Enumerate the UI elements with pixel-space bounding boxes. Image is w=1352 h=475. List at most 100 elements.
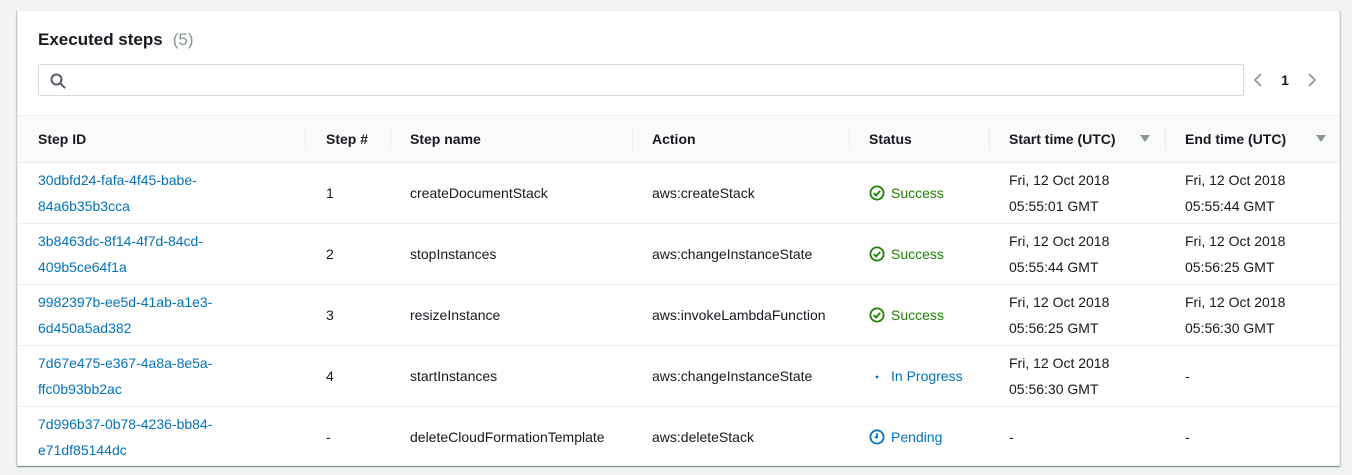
column-header-action[interactable]: Action <box>633 116 850 162</box>
num: 4 <box>326 368 334 384</box>
search-box[interactable] <box>38 64 1244 96</box>
start-line1: Fri, 12 Oct 2018 <box>1009 172 1110 188</box>
sort-caret-icon[interactable] <box>1140 135 1150 142</box>
start-line1: - <box>1009 429 1014 445</box>
status-label: In Progress <box>891 368 963 384</box>
table-row: 9982397b-ee5d-41ab-a1e3- 6d450a5ad382 3 r… <box>18 285 1339 346</box>
id-line2: ffc0b93bb2ac <box>38 381 122 397</box>
clock-icon <box>869 429 885 445</box>
action: aws:changeInstanceState <box>652 368 813 384</box>
column-header-end-time[interactable]: End time (UTC) <box>1166 116 1339 162</box>
start-line1: Fri, 12 Oct 2018 <box>1009 233 1110 249</box>
check-circle-icon <box>869 246 885 262</box>
previous-page-button[interactable] <box>1250 69 1266 91</box>
start-time: Fri, 12 Oct 2018 05:55:01 GMT <box>1009 163 1166 223</box>
name: startInstances <box>410 368 498 384</box>
end-line1: Fri, 12 Oct 2018 <box>1185 294 1286 310</box>
step-id-link[interactable]: 9982397b-ee5d-41ab-a1e3- 6d450a5ad382 <box>38 285 306 345</box>
status-indicator: Success <box>869 285 990 345</box>
table-row: 3b8463dc-8f14-4f7d-84cd- 409b5ce64f1a 2 s… <box>18 224 1339 285</box>
step-action: aws:createStack <box>652 163 850 223</box>
status-indicator: In Progress <box>869 346 990 406</box>
panel-header: Executed steps (5) <box>38 30 194 54</box>
end-line1: - <box>1185 368 1190 384</box>
step-id-link[interactable]: 7d996b37-0b78-4236-bb84- e71df85144dc <box>38 407 306 467</box>
pagination: 1 <box>1250 69 1320 91</box>
executed-steps-panel: Executed steps (5) 1 Step ID Step # Step… <box>17 10 1340 466</box>
step-action: aws:changeInstanceState <box>652 224 850 284</box>
id-line1: 3b8463dc-8f14-4f7d-84cd- <box>38 233 204 249</box>
id-line2: 409b5ce64f1a <box>38 259 127 275</box>
step-id-link[interactable]: 30dbfd24-fafa-4f45-babe- 84a6b35b3cca <box>38 163 306 223</box>
step-name: resizeInstance <box>410 285 633 345</box>
action: aws:invokeLambdaFunction <box>652 307 826 323</box>
panel-title: Executed steps <box>38 30 163 49</box>
column-header-step-name[interactable]: Step name <box>391 116 633 162</box>
num: 2 <box>326 246 334 262</box>
end-line2: 05:56:30 GMT <box>1185 320 1275 336</box>
status-label: Pending <box>891 429 943 445</box>
id-line2: 84a6b35b3cca <box>38 198 130 214</box>
step-name: createDocumentStack <box>410 163 633 223</box>
end-time: Fri, 12 Oct 2018 05:56:25 GMT <box>1185 224 1339 284</box>
steps-table: Step ID Step # Step name Action Status S… <box>18 115 1339 468</box>
step-number: - <box>326 407 391 467</box>
chevron-left-icon <box>1253 73 1262 87</box>
step-number: 1 <box>326 163 391 223</box>
end-line2: 05:56:25 GMT <box>1185 259 1275 275</box>
num: - <box>326 429 331 445</box>
step-action: aws:invokeLambdaFunction <box>652 285 850 345</box>
end-time: - <box>1185 346 1339 406</box>
start-line2: 05:55:01 GMT <box>1009 198 1099 214</box>
name: deleteCloudFormationTemplate <box>410 429 605 445</box>
start-time: Fri, 12 Oct 2018 05:56:25 GMT <box>1009 285 1166 345</box>
table-body: 30dbfd24-fafa-4f45-babe- 84a6b35b3cca 1 c… <box>18 163 1339 468</box>
id-line2: e71df85144dc <box>38 442 127 458</box>
start-time: Fri, 12 Oct 2018 05:55:44 GMT <box>1009 224 1166 284</box>
start-line2: 05:56:25 GMT <box>1009 320 1099 336</box>
table-row: 30dbfd24-fafa-4f45-babe- 84a6b35b3cca 1 c… <box>18 163 1339 224</box>
action: aws:createStack <box>652 185 755 201</box>
search-icon <box>50 73 66 89</box>
end-line1: Fri, 12 Oct 2018 <box>1185 233 1286 249</box>
end-line1: Fri, 12 Oct 2018 <box>1185 172 1286 188</box>
step-number: 2 <box>326 224 391 284</box>
step-number: 3 <box>326 285 391 345</box>
step-id-link[interactable]: 3b8463dc-8f14-4f7d-84cd- 409b5ce64f1a <box>38 224 306 284</box>
step-count: (5) <box>172 30 194 49</box>
start-line1: Fri, 12 Oct 2018 <box>1009 355 1110 371</box>
chevron-right-icon <box>1308 73 1317 87</box>
start-time: - <box>1009 407 1166 467</box>
status-indicator: Success <box>869 224 990 284</box>
status-indicator: Success <box>869 163 990 223</box>
step-name: deleteCloudFormationTemplate <box>410 407 633 467</box>
num: 1 <box>326 185 334 201</box>
column-header-start-time[interactable]: Start time (UTC) <box>990 116 1166 162</box>
end-time: - <box>1185 407 1339 467</box>
column-header-status[interactable]: Status <box>850 116 990 162</box>
name: createDocumentStack <box>410 185 548 201</box>
num: 3 <box>326 307 334 323</box>
column-header-step-id[interactable]: Step ID <box>38 116 306 162</box>
next-page-button[interactable] <box>1304 69 1320 91</box>
id-line1: 9982397b-ee5d-41ab-a1e3- <box>38 294 213 310</box>
id-line1: 7d996b37-0b78-4236-bb84- <box>38 416 213 432</box>
end-time: Fri, 12 Oct 2018 05:56:30 GMT <box>1185 285 1339 345</box>
step-action: aws:changeInstanceState <box>652 346 850 406</box>
check-circle-icon <box>869 307 885 323</box>
current-page[interactable]: 1 <box>1266 72 1304 88</box>
action: aws:deleteStack <box>652 429 754 445</box>
name: resizeInstance <box>410 307 501 323</box>
column-header-step-number[interactable]: Step # <box>306 116 391 162</box>
table-row: 7d67e475-e367-4a8a-8e5a-ffc0b93bb2ac 4 s… <box>18 346 1339 407</box>
step-action: aws:deleteStack <box>652 407 850 467</box>
step-name: startInstances <box>410 346 633 406</box>
end-line2: 05:55:44 GMT <box>1185 198 1275 214</box>
search-input[interactable] <box>75 67 1235 93</box>
table-header: Step ID Step # Step name Action Status S… <box>18 115 1339 163</box>
start-time: Fri, 12 Oct 2018 05:56:30 GMT <box>1009 346 1166 406</box>
status-label: Success <box>891 246 944 262</box>
sort-caret-icon[interactable] <box>1316 135 1326 142</box>
step-name: stopInstances <box>410 224 633 284</box>
step-id-link[interactable]: 7d67e475-e367-4a8a-8e5a-ffc0b93bb2ac <box>38 346 306 406</box>
